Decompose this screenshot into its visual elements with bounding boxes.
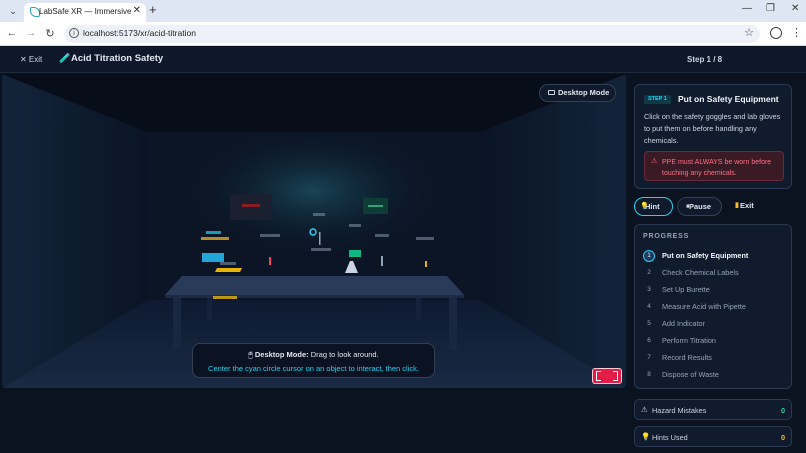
tab-close-icon[interactable]: ✕ xyxy=(133,5,141,16)
viewport-footer xyxy=(2,388,626,453)
hazard-mistakes-label: Hazard Mistakes xyxy=(652,406,707,415)
progress-step-label: Add Indicator xyxy=(662,319,705,328)
reload-icon[interactable]: ↻ xyxy=(43,27,57,40)
progress-step-label: Dispose of Waste xyxy=(662,370,719,379)
profile-icon[interactable] xyxy=(770,27,782,39)
progress-step-label: Put on Safety Equipment xyxy=(662,251,749,260)
hazard-triangle-icon: ⚠ xyxy=(641,405,648,414)
progress-step-number: 3 xyxy=(647,286,651,293)
progress-step: 5 Add Indicator xyxy=(641,317,787,331)
step-badge: STEP 1 xyxy=(644,95,671,104)
lab-gloves[interactable] xyxy=(215,268,242,272)
browser-toolbar: ← → ↻ i localhost:5173/xr/acid-titration… xyxy=(0,22,806,46)
lightbulb-icon: 💡 xyxy=(640,203,649,210)
pipette[interactable] xyxy=(381,256,383,266)
exit-button[interactable]: ✕ Exit xyxy=(20,55,42,64)
progress-step-label: Record Results xyxy=(662,353,712,362)
controls-help-title: 🖱 Desktop Mode: Drag to look around. xyxy=(193,350,434,360)
progress-step-number: 6 xyxy=(647,337,651,344)
page-title-text: Acid Titration Safety xyxy=(71,53,164,64)
progress-step: 2 Check Chemical Labels xyxy=(641,266,787,280)
progress-step-number: 5 xyxy=(647,320,651,327)
safety-warning-text: PPE must ALWAYS be worn before touching … xyxy=(662,159,772,177)
browser-tab-bar: ⌄ LabSafe XR — Immersive Lab S ✕ + — ❐ ✕ xyxy=(0,0,806,22)
hazard-mistakes-value: 0 xyxy=(780,406,785,415)
app-header: ✕ Exit 🧪Acid Titration Safety Step 1 / 8 xyxy=(0,47,806,73)
lab-scene[interactable] xyxy=(2,74,626,388)
back-arrow-icon[interactable]: ← xyxy=(5,27,19,39)
indicator-bottle[interactable] xyxy=(349,250,361,257)
fullscreen-button[interactable] xyxy=(592,368,622,384)
waste-container[interactable] xyxy=(425,261,427,267)
flask-icon: 🧪 xyxy=(59,53,71,64)
browser-menu-icon[interactable]: ⋮ xyxy=(791,26,802,39)
exit-button-label: Exit xyxy=(740,201,754,210)
progress-step: 6 Perform Titration xyxy=(641,334,787,348)
lightbulb-icon: 💡 xyxy=(641,432,651,441)
controls-help-box: 🖱 Desktop Mode: Drag to look around. Cen… xyxy=(192,343,435,378)
progress-step-label: Set Up Burette xyxy=(662,285,710,294)
progress-step: 8 Dispose of Waste xyxy=(641,368,787,382)
lab-table-top xyxy=(165,276,464,295)
step-description: Click on the safety goggles and lab glov… xyxy=(644,112,781,145)
pause-icon: ⏸ xyxy=(686,203,690,210)
progress-step-number: 7 xyxy=(647,354,651,361)
progress-panel: PROGRESS 1 Put on Safety Equipment 2 Che… xyxy=(634,224,792,389)
progress-step: 3 Set Up Burette xyxy=(641,283,787,297)
acid-bottle[interactable] xyxy=(269,257,271,265)
progress-heading: PROGRESS xyxy=(643,233,690,240)
step-counter: Step 1 / 8 xyxy=(687,55,723,64)
pause-button-label: Pause xyxy=(689,202,712,211)
table-leg xyxy=(449,298,457,350)
progress-step: 4 Measure Acid with Pipette xyxy=(641,300,787,314)
hazard-mistakes-stat: ⚠ Hazard Mistakes 0 xyxy=(634,399,792,420)
forward-arrow-icon[interactable]: → xyxy=(24,27,38,39)
desktop-mode-label: Desktop Mode xyxy=(558,88,610,97)
site-info-icon[interactable]: i xyxy=(69,28,79,38)
minimize-button[interactable]: — xyxy=(742,3,752,14)
progress-step-number: 1 xyxy=(643,250,655,262)
table-leg xyxy=(173,298,181,350)
progress-step-number: 8 xyxy=(647,371,651,378)
new-tab-button[interactable]: + xyxy=(149,2,157,17)
restore-button[interactable]: ❐ xyxy=(766,3,775,14)
window-close-button[interactable]: ✕ xyxy=(791,3,799,14)
safety-warning: ⚠ PPE must ALWAYS be worn before touchin… xyxy=(644,151,784,181)
hint-button[interactable]: 💡 Hint xyxy=(634,197,673,216)
address-bar[interactable]: i localhost:5173/xr/acid-titration ☆ xyxy=(64,25,760,43)
tab-search-chevron-icon[interactable]: ⌄ xyxy=(6,4,20,18)
progress-step-number: 2 xyxy=(647,269,651,276)
burette[interactable] xyxy=(319,232,321,245)
exit-simulation-button[interactable]: ▮ Exit xyxy=(730,197,764,216)
warning-triangle-icon: ⚠ xyxy=(651,158,658,165)
hints-used-label: Hints Used xyxy=(652,433,688,442)
monitor-icon xyxy=(548,90,555,95)
desktop-mode-button[interactable]: Desktop Mode xyxy=(539,84,616,102)
hints-used-value: 0 xyxy=(780,433,785,442)
mouse-icon: 🖱 xyxy=(248,350,253,359)
tab-title: LabSafe XR — Immersive Lab S xyxy=(39,7,133,16)
sidebar: STEP 1 Put on Safety Equipment Click on … xyxy=(626,74,806,453)
controls-help-text: Drag to look around. xyxy=(310,350,379,359)
current-step-card: STEP 1 Put on Safety Equipment Click on … xyxy=(634,84,792,189)
progress-step: 1 Put on Safety Equipment xyxy=(641,249,787,263)
progress-step-label: Perform Titration xyxy=(662,336,716,345)
progress-step-number: 4 xyxy=(647,303,651,310)
progress-step: 7 Record Results xyxy=(641,351,787,365)
controls-help-mode: Desktop Mode: xyxy=(254,350,309,359)
safety-goggles[interactable] xyxy=(202,253,224,262)
progress-step-label: Check Chemical Labels xyxy=(662,268,739,277)
browser-tab[interactable]: LabSafe XR — Immersive Lab S ✕ xyxy=(24,3,146,22)
hints-used-stat: 💡 Hints Used 0 xyxy=(634,426,792,447)
url-text[interactable]: localhost:5173/xr/acid-titration xyxy=(83,28,196,38)
pause-button[interactable]: ⏸ Pause xyxy=(677,197,722,216)
page-title: 🧪Acid Titration Safety xyxy=(59,53,163,64)
door-icon: ▮ xyxy=(735,202,739,209)
controls-help-hint: Center the cyan circle cursor on an obje… xyxy=(208,364,419,373)
step-title: Put on Safety Equipment xyxy=(678,94,779,104)
bookmark-star-icon[interactable]: ☆ xyxy=(744,26,754,39)
progress-step-label: Measure Acid with Pipette xyxy=(662,302,746,311)
lab-3d-viewport[interactable]: Desktop Mode 🖱 Desktop Mode: Drag to loo… xyxy=(2,74,626,388)
